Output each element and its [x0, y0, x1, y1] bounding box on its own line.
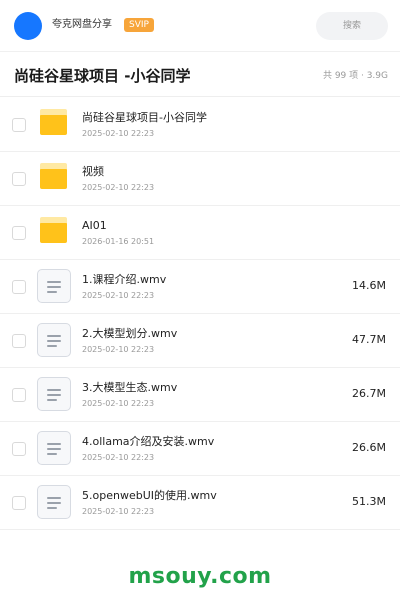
item-size: 51.3M: [352, 495, 386, 508]
folder-summary: 共 99 项 · 3.9G: [322, 71, 388, 81]
folder-title-bar: 尚硅谷星球项目 -小谷同学 共 99 项 · 3.9G: [0, 53, 400, 97]
video-file-icon: [37, 269, 71, 303]
item-checkbox[interactable]: [12, 226, 26, 240]
file-list: 尚硅谷星球项目-小谷同学 2025-02-10 22:23 视频 2025-02…: [0, 98, 400, 530]
item-checkbox[interactable]: [12, 442, 26, 456]
item-date: 2025-02-10 22:23: [82, 129, 155, 138]
list-item[interactable]: 1.课程介绍.wmv 2025-02-10 22:23 14.6M: [0, 260, 400, 314]
user-name: 夸克网盘分享: [52, 19, 112, 30]
folder-icon: [37, 107, 71, 141]
search-input[interactable]: 搜索: [316, 12, 388, 40]
page-title: 尚硅谷星球项目 -小谷同学: [14, 67, 191, 85]
item-checkbox[interactable]: [12, 118, 26, 132]
vip-badge: SVIP: [124, 18, 154, 32]
header-bar: 夸克网盘分享 SVIP 搜索: [0, 0, 400, 52]
list-item[interactable]: AI01 2026-01-16 20:51: [0, 206, 400, 260]
item-date: 2025-02-10 22:23: [82, 453, 155, 462]
item-date: 2026-01-16 20:51: [82, 237, 155, 246]
item-date: 2025-02-10 22:23: [82, 345, 155, 354]
item-name: 5.openwebUI的使用.wmv: [82, 489, 217, 502]
video-file-icon: [37, 485, 71, 519]
item-date: 2025-02-10 22:23: [82, 183, 155, 192]
item-checkbox[interactable]: [12, 334, 26, 348]
item-name: 2.大模型划分.wmv: [82, 327, 178, 340]
item-date: 2025-02-10 22:23: [82, 399, 155, 408]
video-file-icon: [37, 377, 71, 411]
item-date: 2025-02-10 22:23: [82, 291, 155, 300]
list-item[interactable]: 4.ollama介绍及安装.wmv 2025-02-10 22:23 26.6M: [0, 422, 400, 476]
watermark-text: msouy.com: [128, 564, 272, 589]
folder-icon: [37, 215, 71, 249]
video-file-icon: [37, 431, 71, 465]
list-item[interactable]: 2.大模型划分.wmv 2025-02-10 22:23 47.7M: [0, 314, 400, 368]
list-item[interactable]: 视频 2025-02-10 22:23: [0, 152, 400, 206]
item-name: 4.ollama介绍及安装.wmv: [82, 435, 215, 448]
item-checkbox[interactable]: [12, 172, 26, 186]
item-date: 2025-02-10 22:23: [82, 507, 155, 516]
item-name: 1.课程介绍.wmv: [82, 273, 167, 286]
item-name: 尚硅谷星球项目-小谷同学: [82, 111, 207, 124]
video-file-icon: [37, 323, 71, 357]
list-item[interactable]: 尚硅谷星球项目-小谷同学 2025-02-10 22:23: [0, 98, 400, 152]
item-size: 47.7M: [352, 333, 386, 346]
list-item[interactable]: 5.openwebUI的使用.wmv 2025-02-10 22:23 51.3…: [0, 476, 400, 530]
item-checkbox[interactable]: [12, 496, 26, 510]
item-checkbox[interactable]: [12, 388, 26, 402]
item-size: 26.6M: [352, 441, 386, 454]
item-checkbox[interactable]: [12, 280, 26, 294]
item-name: 3.大模型生态.wmv: [82, 381, 178, 394]
item-size: 26.7M: [352, 387, 386, 400]
item-size: 14.6M: [352, 279, 386, 292]
list-item[interactable]: 3.大模型生态.wmv 2025-02-10 22:23 26.7M: [0, 368, 400, 422]
item-name: AI01: [82, 219, 107, 232]
item-name: 视频: [82, 165, 104, 178]
avatar[interactable]: [14, 12, 42, 40]
folder-icon: [37, 161, 71, 195]
